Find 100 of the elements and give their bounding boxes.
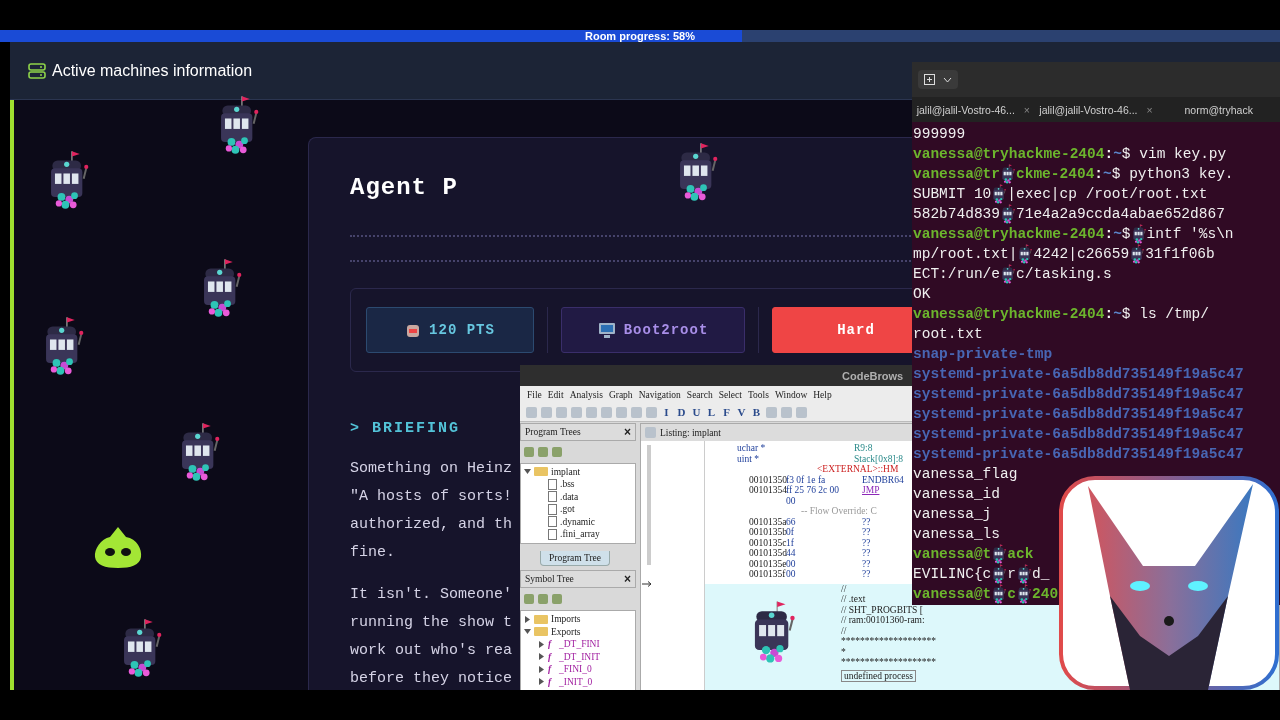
bytes-text: 0f <box>786 527 795 538</box>
close-button[interactable]: × <box>624 424 631 439</box>
toolbar-icon[interactable] <box>586 406 597 418</box>
expand-arrow-icon[interactable] <box>538 665 545 673</box>
toolbar-icon[interactable] <box>796 406 807 418</box>
toolbar-icon[interactable] <box>616 406 627 418</box>
arrow-icon <box>642 581 652 587</box>
toolbar-icon[interactable] <box>781 406 792 418</box>
toolbar-icon[interactable] <box>766 406 777 418</box>
mnemonic-text: ENDBR64 <box>862 474 904 485</box>
monitor-icon <box>597 321 616 339</box>
menu-item[interactable]: Graph <box>608 389 633 400</box>
expand-arrow-icon[interactable] <box>524 615 531 623</box>
toolbar-icon[interactable] <box>524 446 534 457</box>
terminal-text: d_ <box>1032 565 1050 584</box>
tree-item[interactable]: Exports <box>551 626 581 637</box>
tree-item[interactable]: _DT_FINI <box>559 639 600 650</box>
new-tab-button[interactable] <box>918 70 958 89</box>
external-label: <EXTERNAL>::HM <box>817 464 899 475</box>
tree-item[interactable]: .bss <box>560 479 575 490</box>
toolbar-letter[interactable]: U <box>691 406 702 418</box>
address-text: 0010135c <box>749 537 786 548</box>
close-button[interactable]: × <box>624 572 631 587</box>
toolbar-icon[interactable] <box>552 446 562 457</box>
server-icon <box>28 62 46 79</box>
terminal-text: vanessa_id <box>913 485 1000 504</box>
address-text: 0010135e <box>749 558 786 569</box>
toolbar-icon[interactable] <box>526 406 537 418</box>
toolbar-icon[interactable] <box>556 406 567 418</box>
tree-item[interactable]: .data <box>560 491 579 502</box>
toolbar-icon[interactable] <box>524 594 534 605</box>
close-button[interactable]: × <box>1146 103 1153 116</box>
toolbar-letter[interactable]: I <box>661 406 672 418</box>
expand-arrow-icon[interactable] <box>538 640 545 648</box>
progress-label: Room progress: 58% <box>585 30 695 42</box>
terminal-text: c <box>1007 585 1017 604</box>
function-icon: f <box>548 664 556 675</box>
collapse-arrow-icon[interactable] <box>524 468 531 476</box>
badge-label: Boot2root <box>623 322 709 338</box>
terminal-tab[interactable]: norm@tryhack <box>1157 103 1280 116</box>
menu-item[interactable]: Navigation <box>638 389 681 400</box>
terminal-text: : <box>1104 225 1114 244</box>
menu-item[interactable]: Window <box>774 389 808 400</box>
tree-item[interactable]: Imports <box>551 614 581 625</box>
address-text: 00101354 <box>749 485 786 496</box>
caret-icon[interactable] <box>943 76 952 83</box>
terminal-text: $ vim key.py <box>1121 145 1227 164</box>
directory-name: systemd-private-6a5db8dd735149f19a5c47 <box>913 405 1244 424</box>
tree-item[interactable]: .dynamic <box>560 516 596 527</box>
tree-item[interactable]: .got <box>560 504 575 515</box>
toolbar-icon[interactable] <box>538 446 548 457</box>
tree-item[interactable]: _FINI_0 <box>559 664 592 675</box>
menu-item[interactable]: Tools <box>747 389 769 400</box>
expand-arrow-icon[interactable] <box>538 678 545 686</box>
menu-item[interactable]: Edit <box>547 389 564 400</box>
mascot-icon <box>93 525 143 569</box>
address-text: 0010135a <box>749 516 786 527</box>
tree-item[interactable]: _DT_INIT <box>559 651 601 662</box>
close-button[interactable]: × <box>1023 103 1030 116</box>
toolbar-icon[interactable] <box>571 406 582 418</box>
terminal-tab[interactable]: jalil@jalil-Vostro-46... × <box>912 103 1035 116</box>
mnemonic-text: ?? <box>862 516 871 527</box>
toolbar-letter[interactable]: F <box>721 406 732 418</box>
terminal-text: 71e4a2a9ccda4abae652d867 <box>1016 205 1225 224</box>
menu-item[interactable]: Select <box>718 389 742 400</box>
toolbar-letter[interactable]: L <box>706 406 717 418</box>
terminal-text: ack <box>1007 545 1034 564</box>
comment-text: // SHT_PROGBITS [ <box>841 604 924 615</box>
toolbar-icon[interactable] <box>538 594 548 605</box>
file-icon <box>548 491 557 503</box>
toolbar-icon[interactable] <box>541 406 552 418</box>
comment-text: * <box>841 646 847 657</box>
mnemonic-link[interactable]: JMP <box>862 485 880 496</box>
terminal-text: c/tasking.s <box>1016 265 1112 284</box>
toolbar-letter[interactable]: B <box>751 406 762 418</box>
tree-item[interactable]: implant <box>551 466 581 477</box>
toolbar-icon[interactable] <box>552 594 562 605</box>
tree-item[interactable]: .fini_array <box>560 529 600 540</box>
menu-item[interactable]: Search <box>686 389 713 400</box>
expand-arrow-icon[interactable] <box>538 653 545 661</box>
panel-tab[interactable]: Program Tree <box>540 551 610 567</box>
menu-item[interactable]: Analysis <box>569 389 603 400</box>
file-icon <box>548 478 557 490</box>
tree-item[interactable]: _INIT_0 <box>559 676 593 687</box>
panel-title: Listing: implant <box>660 427 721 438</box>
tab-label: jalil@jalil-Vostro-46... <box>916 103 1015 116</box>
collapse-arrow-icon[interactable] <box>524 628 531 636</box>
toolbar-letter[interactable]: V <box>736 406 747 418</box>
toolbar-icon[interactable] <box>631 406 642 418</box>
terminal-text: EVILINC{c <box>913 565 992 584</box>
menu-item[interactable]: Help <box>813 389 832 400</box>
toolbar-icon[interactable] <box>601 406 612 418</box>
window-title: CodeBrows <box>842 369 904 382</box>
menu-item[interactable]: File <box>527 389 542 400</box>
toolbar-icon[interactable] <box>646 406 657 418</box>
toolbar-letter[interactable]: D <box>676 406 687 418</box>
terminal-tab[interactable]: jalil@jalil-Vostro-46... × <box>1034 103 1158 116</box>
terminal-text: vanessa@t <box>913 585 992 604</box>
terminal-text: vanessa@tr <box>913 165 1000 184</box>
room-title: Agent P <box>350 174 458 201</box>
